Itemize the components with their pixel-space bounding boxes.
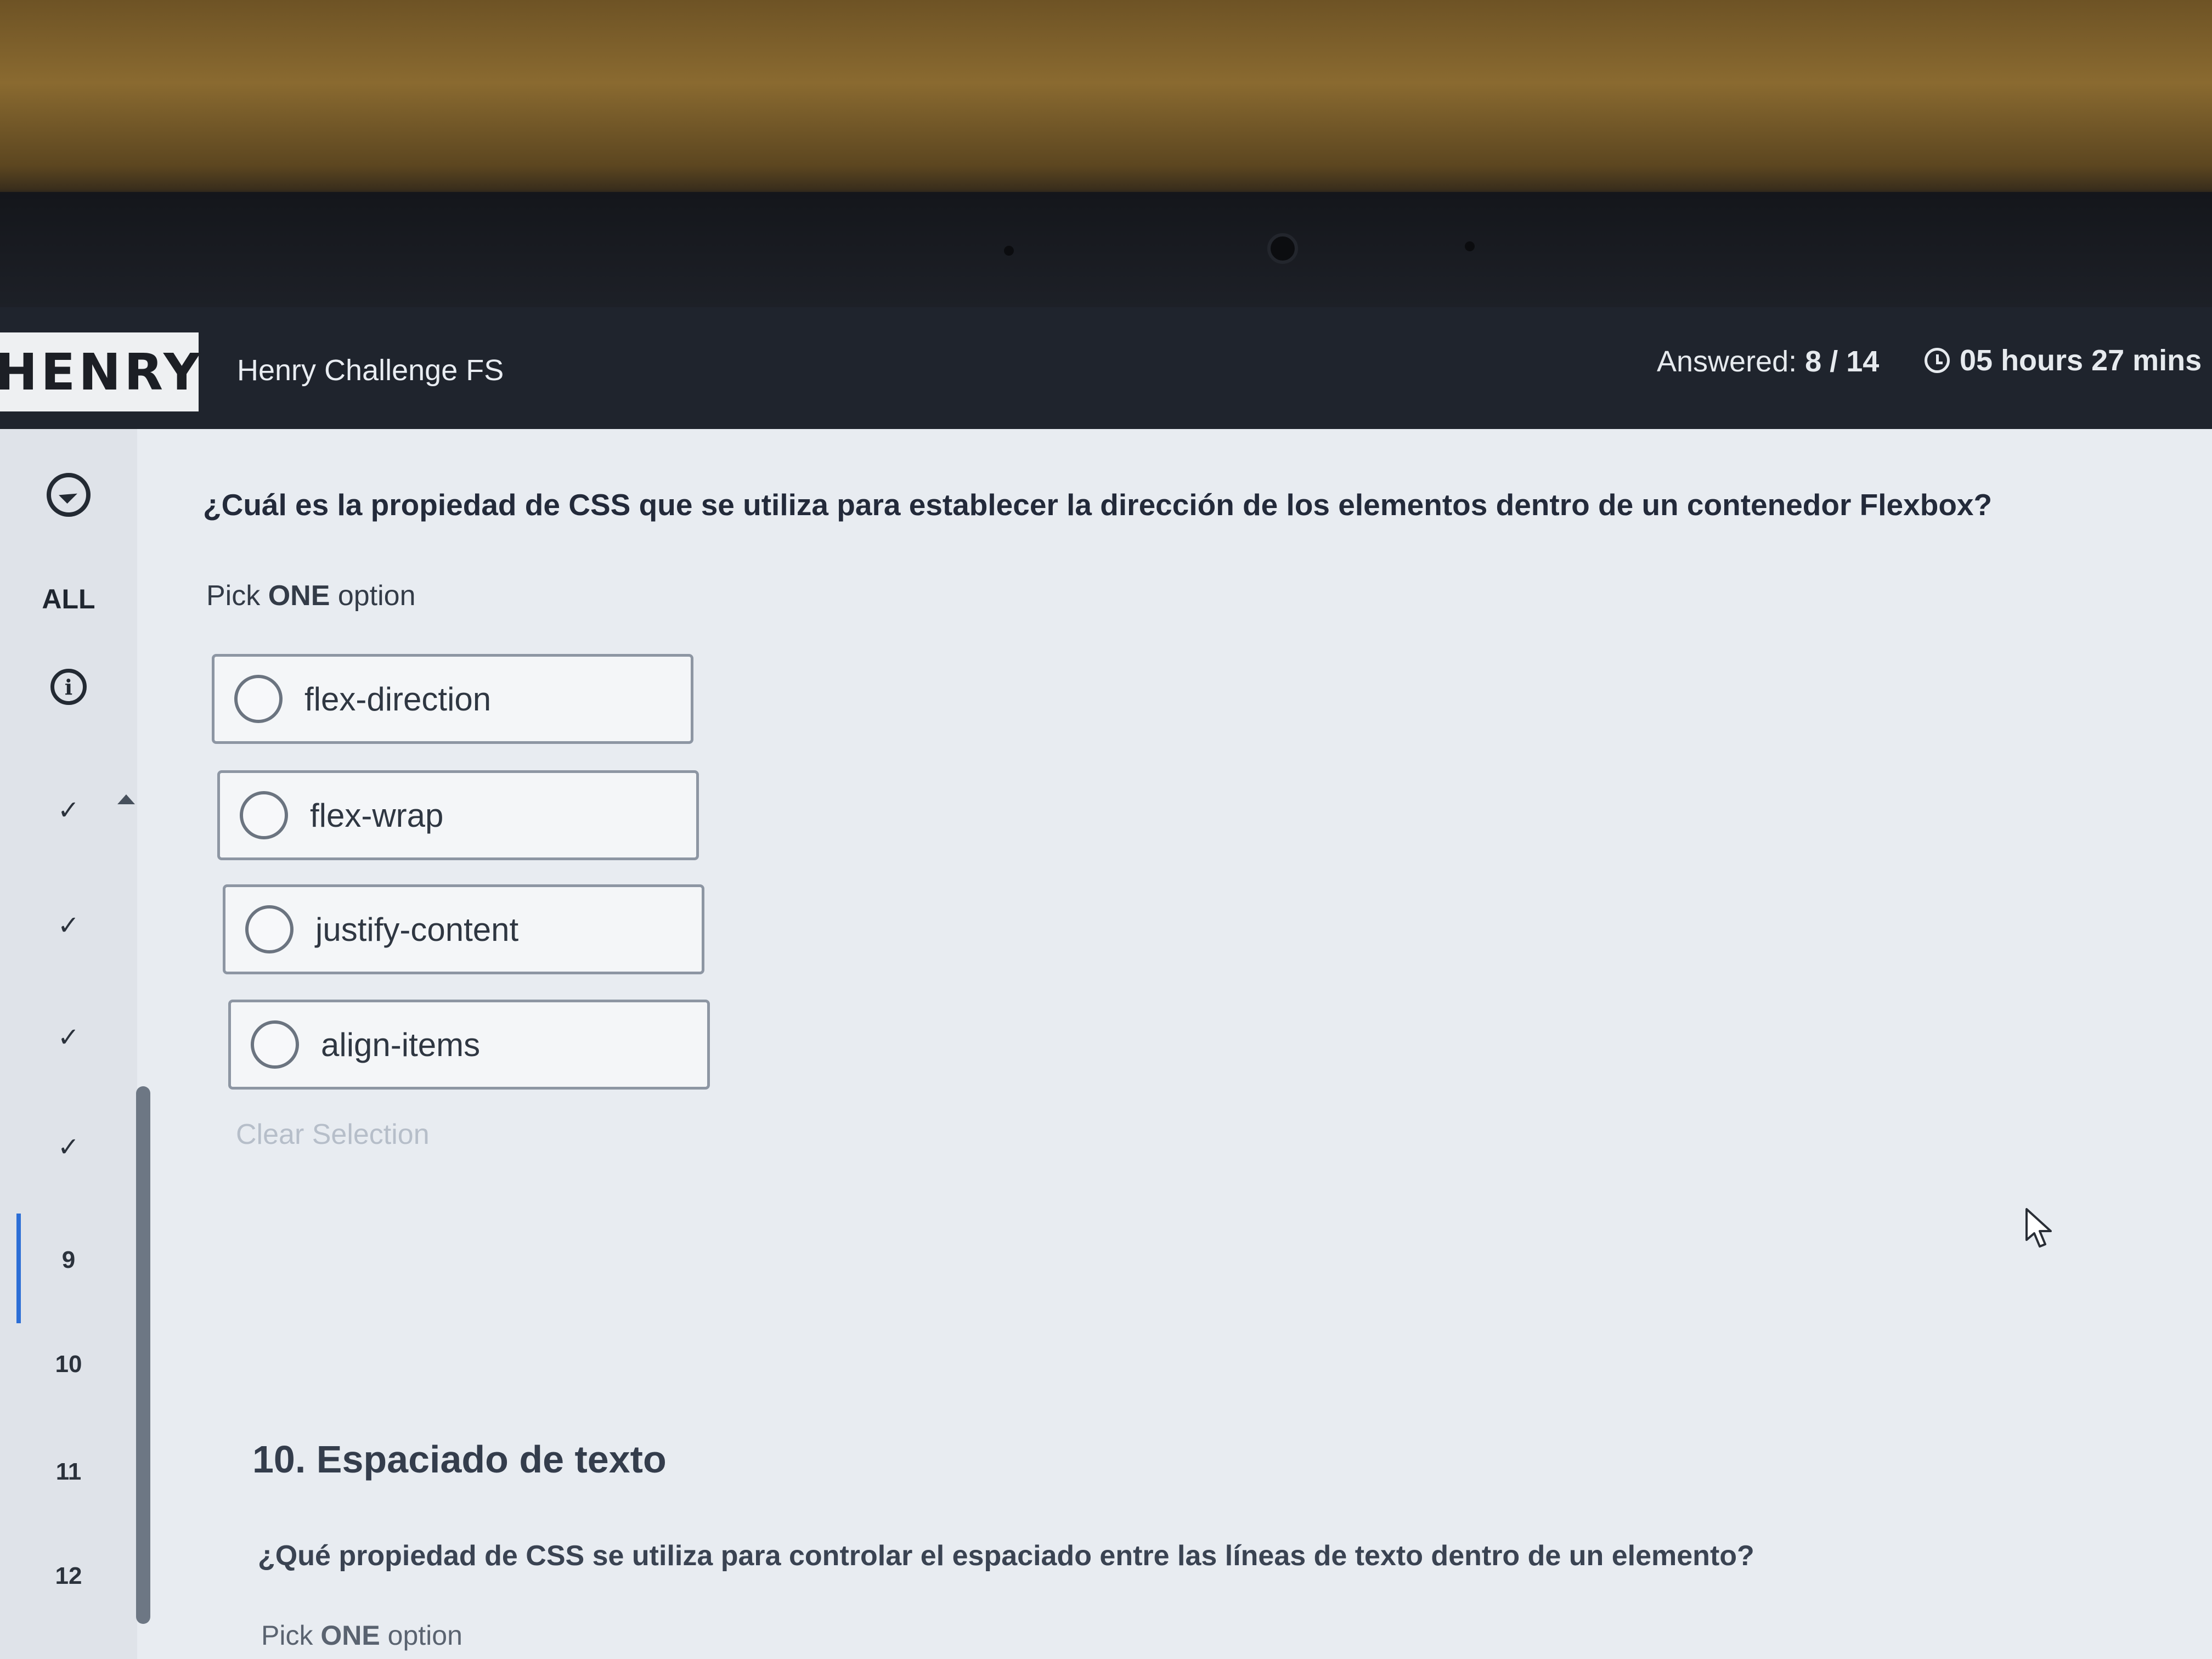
question-number: 11 [55,1458,82,1485]
webcam [1267,233,1298,264]
sidebar-question-7[interactable]: ✓ [0,1007,137,1068]
bezel-sensor [1465,241,1475,251]
info-button[interactable]: i [0,654,137,720]
sidebar-scrollbar[interactable] [136,1086,150,1624]
question-text: ¿Cuál es la propiedad de CSS que se util… [203,488,1993,522]
pick-suffix: option [387,1620,462,1651]
check-icon: ✓ [57,911,80,940]
next-section-title: 10. Espaciado de texto [252,1438,667,1481]
question-number: 9 [61,1246,76,1273]
option-flex-wrap[interactable]: flex-wrap [217,770,699,860]
option-flex-direction[interactable]: flex-direction [212,654,693,744]
filter-all-label: ALL [42,584,95,614]
option-align-items[interactable]: align-items [228,1000,710,1090]
next-pick-instruction: Pick ONE option [261,1620,462,1651]
sidebar-question-12[interactable]: 12 [0,1546,137,1606]
timer-text: 05 hours 27 mins [1960,344,2202,377]
sidebar-question-11[interactable]: 11 [0,1442,137,1502]
filter-all[interactable]: ALL [0,572,137,627]
sidebar-question-10[interactable]: 10 [0,1334,137,1395]
next-question-text: ¿Qué propiedad de CSS se utiliza para co… [258,1540,1754,1572]
answered-label: Answered: [1657,345,1797,378]
radio-button[interactable] [251,1020,299,1069]
pick-bold: ONE [320,1620,380,1651]
mouse-cursor-icon [2025,1208,2052,1248]
check-icon: ✓ [57,796,80,825]
top-header: HENRY Henry Challenge FS Answered: 8 / 1… [0,307,2212,429]
sidebar-question-5[interactable]: ✓ [0,780,137,840]
clear-selection-link[interactable]: Clear Selection [236,1118,430,1151]
info-icon: i [50,669,87,705]
radio-button[interactable] [240,791,288,839]
option-justify-content[interactable]: justify-content [223,884,704,974]
option-label: flex-direction [304,680,492,718]
pick-prefix: Pick [206,580,261,612]
app-title: Henry Challenge FS [237,354,504,387]
screen: HENRY Henry Challenge FS Answered: 8 / 1… [0,307,2212,1659]
check-icon: ✓ [57,1023,80,1052]
radio-button[interactable] [234,675,283,723]
sidebar-question-6[interactable]: ✓ [0,895,137,956]
sidebar-question-9[interactable]: 9 [0,1230,137,1290]
bezel-sensor [1004,246,1014,256]
answered-counter: Answered: 8 / 14 [1657,345,1879,379]
pick-bold: ONE [268,580,330,612]
radio-button[interactable] [245,905,294,953]
option-label: justify-content [315,911,519,948]
option-label: align-items [321,1026,481,1063]
pick-suffix: option [337,580,416,612]
pick-prefix: Pick [261,1620,313,1651]
sidebar-question-8[interactable]: ✓ [0,1117,137,1177]
clock-icon [1925,348,1950,373]
compass-icon [47,473,91,517]
question-number: 10 [55,1351,82,1378]
logo-text: HENRY [0,342,204,402]
scroll-up-arrow-icon[interactable] [117,794,135,804]
navigate-button[interactable] [0,462,137,528]
answered-value: 8 / 14 [1805,345,1880,378]
henry-logo[interactable]: HENRY [0,332,200,411]
option-label: flex-wrap [310,797,444,834]
question-number: 12 [55,1562,82,1589]
timer: 05 hours 27 mins [1925,343,2202,377]
laptop-bezel [0,192,2212,307]
pick-instruction: Pick ONE option [206,579,416,612]
check-icon: ✓ [57,1133,80,1162]
question-sidebar: ALL i ✓ ✓ ✓ ✓ 9 10 11 12 [0,429,137,1659]
